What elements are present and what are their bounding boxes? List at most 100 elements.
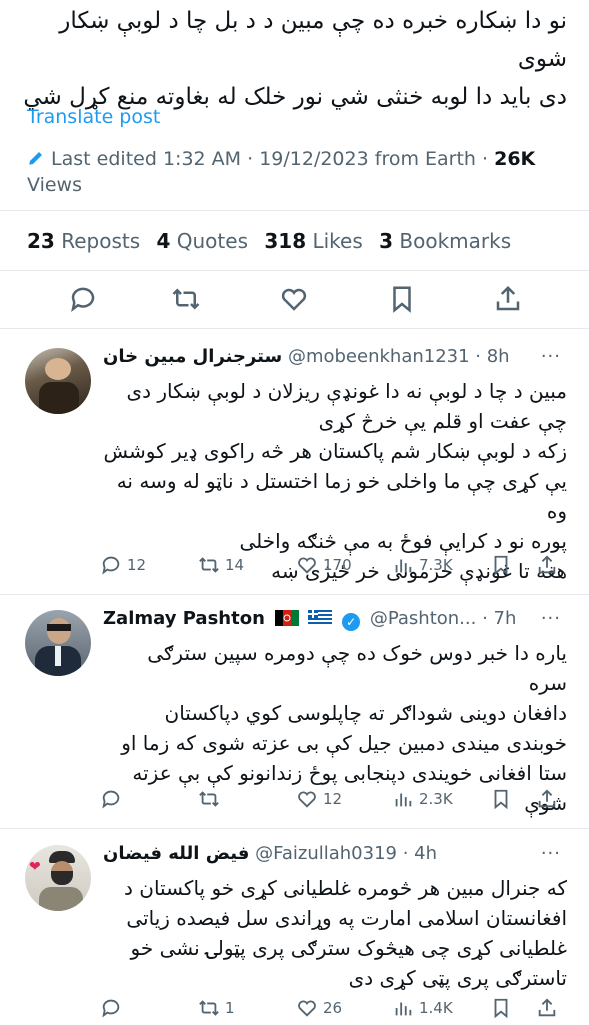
reply-bookmark-button[interactable]	[490, 995, 512, 1021]
reply-item[interactable]: سترجنرال مبین خان @mobeenkhan1231 · 8h ·…	[0, 346, 589, 594]
bookmark-icon	[494, 555, 508, 576]
bar-chart-icon	[395, 793, 412, 807]
bookmarks-count: 3	[379, 229, 394, 253]
repost-count: 1	[225, 999, 235, 1017]
reply-like-button[interactable]: 12	[296, 786, 342, 812]
reply-share-button[interactable]	[536, 995, 558, 1021]
likes-stat[interactable]: 318 Likes	[264, 229, 362, 253]
views-count: 2.3K	[419, 790, 453, 808]
views-label: Views	[27, 174, 82, 196]
bar-chart-icon	[395, 1002, 412, 1016]
reply-text-line: ستا افغانی خویندی دپنجابی پوځ زندانونو ک…	[132, 761, 567, 785]
like-count: 170	[323, 556, 352, 574]
reply-bookmark-button[interactable]	[490, 552, 512, 578]
reply-actions: 1 26 1.4K	[100, 995, 570, 1025]
reply-text-line: غلطیانی کړی چی هیڅوک سترګی پری پټولۍ نشی…	[130, 936, 567, 960]
reply-bookmark-button[interactable]	[490, 786, 512, 812]
divider	[0, 828, 589, 829]
views-count: 1.4K	[419, 999, 453, 1017]
bookmarks-label: Bookmarks	[399, 229, 512, 253]
heart-icon	[281, 288, 307, 311]
avatar[interactable]: ❤	[25, 845, 91, 911]
reply-text-line: مبین د چا د لوبې نه دا غونډې ریزلان د لو…	[126, 379, 567, 403]
comment-icon	[102, 790, 120, 809]
afghanistan-flag-icon	[274, 610, 299, 626]
avatar[interactable]	[25, 348, 91, 414]
reply-share-button[interactable]	[536, 552, 558, 578]
reply-header: سترجنرال مبین خان @mobeenkhan1231 · 8h	[103, 346, 510, 367]
repost-count: 14	[225, 556, 245, 574]
verified-badge-icon[interactable]: ✓	[342, 613, 361, 631]
reply-repost-button[interactable]: 1	[198, 995, 235, 1021]
bookmark-icon	[494, 998, 508, 1019]
reply-views-button[interactable]: 7.3K	[392, 552, 453, 578]
share-icon	[538, 998, 556, 1017]
bookmarks-stat[interactable]: 3 Bookmarks	[379, 229, 511, 253]
heart-icon	[298, 557, 316, 574]
heart-icon	[298, 791, 316, 808]
reply-author-name[interactable]: سترجنرال مبین خان	[103, 346, 282, 367]
quotes-stat[interactable]: 4 Quotes	[156, 229, 248, 253]
heart-icon	[298, 1000, 316, 1017]
reply-like-button[interactable]: 26	[296, 995, 342, 1021]
tweet-stats: 23 Reposts 4 Quotes 318 Likes 3 Bookmark…	[27, 229, 521, 253]
reply-text-line: یې کړی چې ما واخلی خو زما اختستل د ناټو …	[116, 469, 567, 523]
reply-text-line: که جنرال مبین هر څومره غلطیانی کړی خو پا…	[124, 876, 567, 900]
likes-count: 318	[264, 229, 307, 253]
reply-text-line: زکه د لوبې ښکار شم پاکستان هر څه راکوی ډ…	[103, 439, 567, 463]
divider	[0, 328, 589, 329]
like-count: 12	[323, 790, 343, 808]
reply-item[interactable]: Zalmay Pashton ✓ @Pashton... · 7h ··· یا…	[0, 608, 589, 828]
like-count: 26	[323, 999, 343, 1017]
reply-share-button[interactable]	[536, 786, 558, 812]
comment-icon	[102, 556, 120, 575]
reply-author-handle[interactable]: @Faizullah0319	[255, 843, 397, 864]
reply-time[interactable]: 8h	[487, 346, 510, 367]
reply-views-button[interactable]: 1.4K	[392, 995, 453, 1021]
reply-header: فیض الله فیضان @Faizullah0319 · 4h	[103, 843, 438, 864]
reply-time[interactable]: 7h	[494, 608, 517, 629]
share-button[interactable]	[493, 284, 523, 314]
reply-button[interactable]	[68, 284, 98, 314]
reply-author-handle[interactable]: @Pashton...	[370, 608, 477, 629]
avatar[interactable]	[25, 610, 91, 676]
tweet-text: نو دا ښکاره خبره ده چې مبین د د بل چا د …	[18, 2, 567, 116]
repost-icon	[199, 557, 219, 573]
more-options-icon[interactable]: ···	[541, 346, 561, 367]
reply-text-line: افغانستان اسلامی امارت په وړاندی سل فیصد…	[126, 906, 567, 930]
reply-author-name[interactable]: Zalmay Pashton	[103, 608, 265, 629]
tweet-meta: Last edited 1:32 AM · 19/12/2023 from Ea…	[27, 148, 536, 196]
translate-post-link[interactable]: Translate post	[27, 106, 160, 128]
reply-views-button[interactable]: 2.3K	[392, 786, 453, 812]
more-options-icon[interactable]: ···	[541, 843, 561, 864]
repost-icon	[199, 1000, 219, 1016]
reply-repost-button[interactable]	[198, 786, 225, 812]
bookmark-button[interactable]	[387, 284, 417, 314]
more-options-icon[interactable]: ···	[541, 608, 561, 629]
reply-text-line: تاسترګی پری پټی کړی دی	[348, 966, 567, 990]
reply-header: Zalmay Pashton ✓ @Pashton... · 7h	[103, 608, 517, 631]
like-button[interactable]	[279, 284, 309, 314]
reply-author-name[interactable]: فیض الله فیضان	[103, 843, 249, 864]
reply-text-line: یاره دا خبر دوس خوک ده چې دومره سپین ستر…	[147, 641, 567, 695]
reply-reply-button[interactable]	[100, 786, 127, 812]
repost-button[interactable]	[171, 284, 201, 314]
tweet-action-bar	[0, 272, 589, 328]
share-icon	[538, 789, 556, 808]
reply-item[interactable]: ❤ فیض الله فیضان @Faizullah0319 · 4h ···…	[0, 843, 589, 1024]
quotes-count: 4	[156, 229, 171, 253]
reply-like-button[interactable]: 170	[296, 552, 352, 578]
reply-author-handle[interactable]: @mobeenkhan1231	[288, 346, 470, 367]
reply-text-line: خوبندی میندی دمبین جیل کې بی عزته شوی که…	[121, 731, 567, 755]
share-icon	[496, 285, 520, 311]
comment-icon	[102, 999, 120, 1018]
reply-reply-button[interactable]: 12	[100, 552, 146, 578]
reply-repost-button[interactable]: 14	[198, 552, 244, 578]
likes-label: Likes	[312, 229, 363, 253]
tweet-text-line: نو دا ښکاره خبره ده چې مبین د د بل چا د …	[59, 8, 567, 72]
reposts-stat[interactable]: 23 Reposts	[27, 229, 140, 253]
reply-time[interactable]: 4h	[414, 843, 437, 864]
bookmark-icon	[494, 789, 508, 810]
reply-reply-button[interactable]	[100, 995, 127, 1021]
edited-label[interactable]: Last edited	[51, 148, 157, 170]
